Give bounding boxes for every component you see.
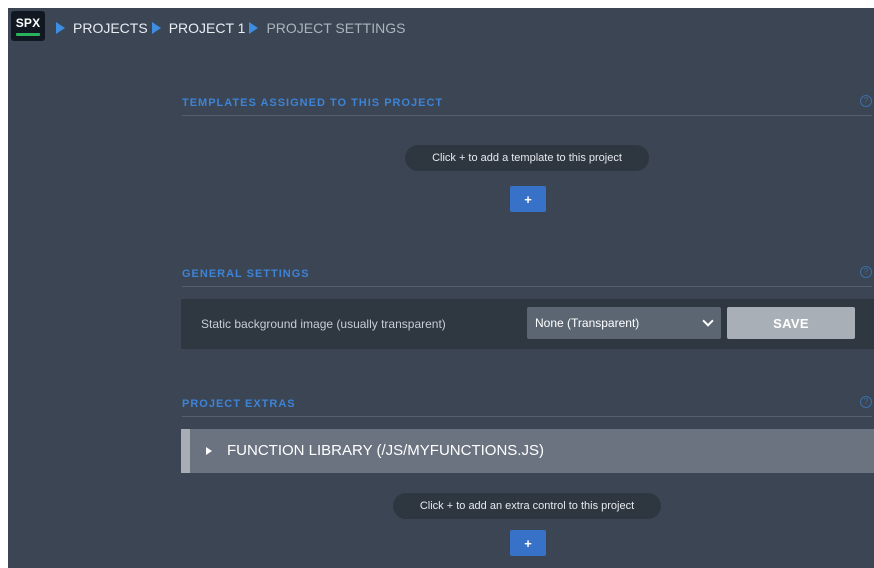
general-section-header: GENERAL SETTINGS ? bbox=[182, 258, 872, 287]
app-window: SPX PROJECTS PROJECT 1 PROJECT SETTINGS … bbox=[8, 8, 874, 568]
help-icon[interactable]: ? bbox=[860, 266, 872, 278]
accordion-edge bbox=[181, 429, 190, 473]
add-template-button[interactable]: + bbox=[510, 186, 546, 212]
extras-section-header: PROJECT EXTRAS ? bbox=[182, 388, 872, 417]
spx-logo[interactable]: SPX bbox=[11, 11, 45, 41]
accordion-label: FUNCTION LIBRARY (/JS/MYFUNCTIONS.JS) bbox=[227, 442, 544, 459]
breadcrumb-arrow-icon bbox=[56, 22, 65, 34]
top-bar: SPX PROJECTS PROJECT 1 PROJECT SETTINGS bbox=[8, 8, 874, 48]
breadcrumb-project-settings: PROJECT SETTINGS bbox=[266, 20, 406, 36]
background-setting-label: Static background image (usually transpa… bbox=[201, 317, 446, 331]
templates-section-header: TEMPLATES ASSIGNED TO THIS PROJECT ? bbox=[182, 87, 872, 116]
breadcrumb: PROJECTS PROJECT 1 PROJECT SETTINGS bbox=[52, 8, 405, 48]
function-library-accordion[interactable]: FUNCTION LIBRARY (/JS/MYFUNCTIONS.JS) bbox=[181, 429, 874, 473]
add-extra-button[interactable]: + bbox=[510, 530, 546, 556]
background-setting-row: Static background image (usually transpa… bbox=[181, 299, 874, 349]
breadcrumb-arrow-icon bbox=[151, 22, 161, 34]
caret-right-icon bbox=[206, 447, 212, 455]
background-image-select[interactable]: None (Transparent) bbox=[527, 307, 721, 339]
help-icon[interactable]: ? bbox=[860, 95, 872, 107]
help-icon[interactable]: ? bbox=[860, 396, 872, 408]
templates-section-title: TEMPLATES ASSIGNED TO THIS PROJECT bbox=[182, 97, 444, 109]
select-value: None (Transparent) bbox=[535, 316, 640, 330]
extras-section-title: PROJECT EXTRAS bbox=[182, 398, 296, 410]
logo-underline bbox=[16, 33, 40, 36]
chevron-down-icon bbox=[702, 315, 714, 327]
save-button[interactable]: SAVE bbox=[727, 307, 855, 339]
extras-hint: Click + to add an extra control to this … bbox=[393, 493, 661, 519]
logo-text: SPX bbox=[15, 16, 41, 30]
templates-hint: Click + to add a template to this projec… bbox=[405, 145, 649, 171]
general-section-title: GENERAL SETTINGS bbox=[182, 268, 310, 280]
breadcrumb-arrow-icon bbox=[249, 22, 259, 34]
breadcrumb-project-1[interactable]: PROJECT 1 bbox=[169, 20, 246, 36]
breadcrumb-projects[interactable]: PROJECTS bbox=[73, 20, 148, 36]
